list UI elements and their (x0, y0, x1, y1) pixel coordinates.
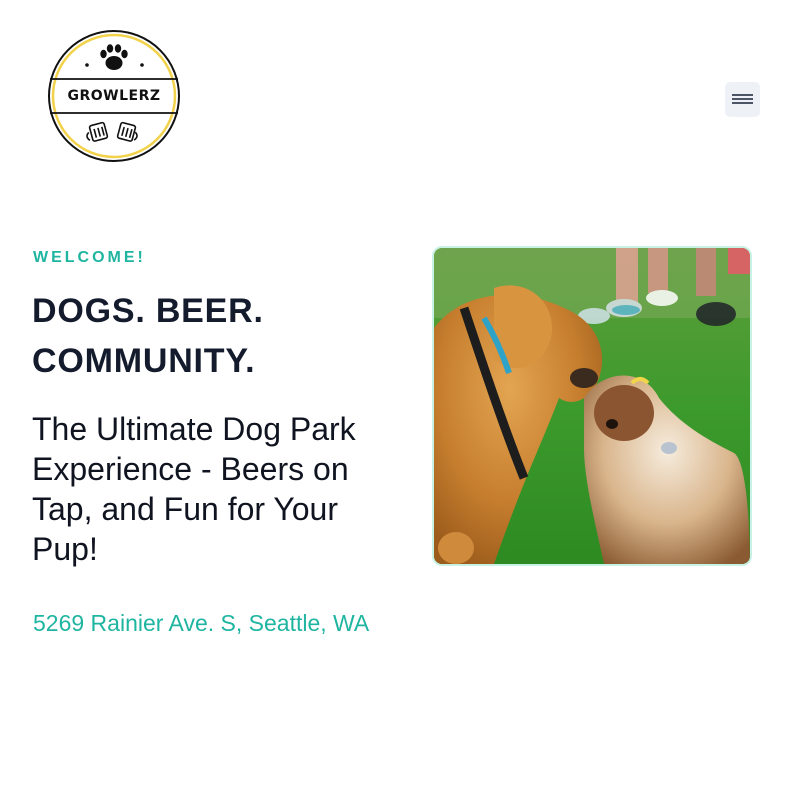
address-link[interactable]: 5269 Rainier Ave. S, Seattle, WA (33, 610, 369, 637)
welcome-eyebrow: WELCOME! (33, 249, 146, 266)
hamburger-menu-icon (732, 94, 753, 104)
page-title: DOGS. BEER. COMMUNITY. (32, 292, 264, 380)
logo-text: GROWLERZ (67, 88, 161, 104)
page: GROWLERZ WELCOME! DOGS. BEER. COMMUNITY.… (0, 0, 800, 800)
growlerz-logo[interactable]: GROWLERZ (47, 29, 181, 163)
hero-subheadline: The Ultimate Dog Park Experience - Beers… (32, 411, 356, 567)
menu-button[interactable] (725, 82, 760, 117)
hero-photo (432, 246, 752, 566)
